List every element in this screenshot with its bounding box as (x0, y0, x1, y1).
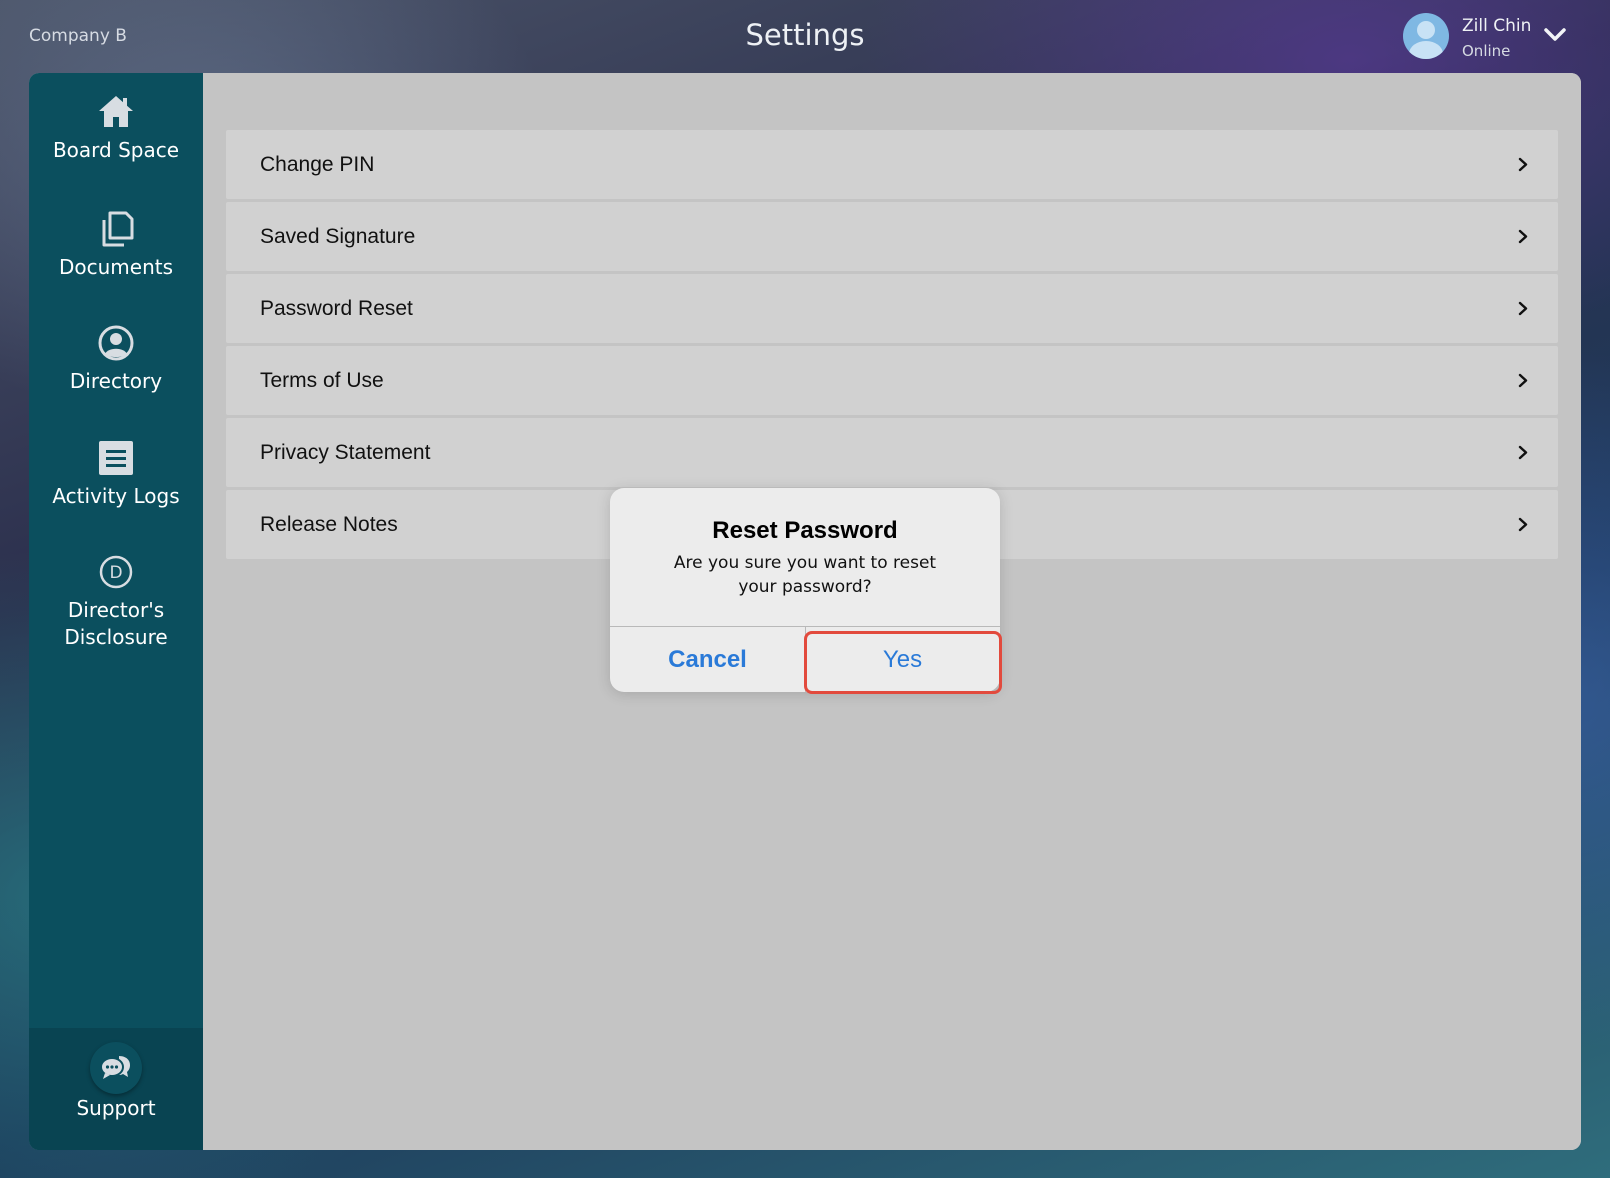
user-avatar-icon (1403, 13, 1449, 59)
letter-d-circle-icon: D (99, 555, 133, 589)
chevron-right-icon (1518, 373, 1528, 388)
settings-row-terms-of-use[interactable]: Terms of Use (226, 346, 1558, 415)
sidebar-item-directors-disclosure[interactable]: D Director's Disclosure (29, 553, 203, 651)
row-label: Change PIN (260, 153, 375, 176)
yes-button[interactable]: Yes (805, 627, 1000, 692)
sidebar-item-label: Director's Disclosure (64, 598, 168, 649)
cancel-button[interactable]: Cancel (610, 627, 805, 692)
chevron-right-icon (1518, 517, 1528, 532)
support-label: Support (76, 1096, 156, 1120)
chevron-right-icon (1518, 445, 1528, 460)
home-icon (99, 96, 133, 127)
sidebar: Board Space Documents Directory Activity… (29, 73, 203, 1150)
settings-row-saved-signature[interactable]: Saved Signature (226, 202, 1558, 271)
user-name: Zill Chin (1462, 16, 1532, 36)
sidebar-item-board-space[interactable]: Board Space (29, 93, 203, 164)
sidebar-item-directory[interactable]: Directory (29, 324, 203, 395)
row-label: Privacy Statement (260, 441, 431, 464)
dialog-message: Are you sure you want to reset your pass… (673, 553, 937, 597)
sidebar-item-label: Directory (69, 369, 163, 393)
svg-text:D: D (109, 563, 122, 583)
sidebar-item-documents[interactable]: Documents (29, 210, 203, 281)
chevron-right-icon (1518, 157, 1528, 172)
sidebar-item-label: Activity Logs (52, 484, 180, 508)
sidebar-item-label: Documents (58, 255, 174, 279)
list-icon (99, 441, 133, 475)
settings-row-password-reset[interactable]: Password Reset (226, 274, 1558, 343)
support-button[interactable]: Support (29, 1028, 203, 1150)
sidebar-item-activity-logs[interactable]: Activity Logs (29, 439, 203, 510)
chevron-down-icon[interactable] (1543, 25, 1567, 45)
settings-row-change-pin[interactable]: Change PIN (226, 130, 1558, 199)
chevron-right-icon (1518, 229, 1528, 244)
settings-row-privacy-statement[interactable]: Privacy Statement (226, 418, 1558, 487)
dialog-title: Reset Password (712, 517, 898, 544)
user-menu[interactable]: Zill Chin Online (1403, 13, 1593, 61)
reset-password-dialog: Reset Password Are you sure you want to … (610, 488, 1000, 692)
user-status: Online (1462, 42, 1511, 60)
top-bar: Company B Settings Zill Chin Online (0, 0, 1610, 73)
chat-bubbles-icon (90, 1042, 142, 1094)
sidebar-item-label: Board Space (52, 138, 180, 162)
row-label: Terms of Use (260, 369, 384, 392)
row-label: Release Notes (260, 513, 398, 536)
page-title: Settings (745, 18, 865, 52)
user-circle-icon (98, 325, 134, 361)
chevron-right-icon (1518, 301, 1528, 316)
documents-icon (102, 211, 134, 247)
row-label: Password Reset (260, 297, 413, 320)
row-label: Saved Signature (260, 225, 416, 248)
